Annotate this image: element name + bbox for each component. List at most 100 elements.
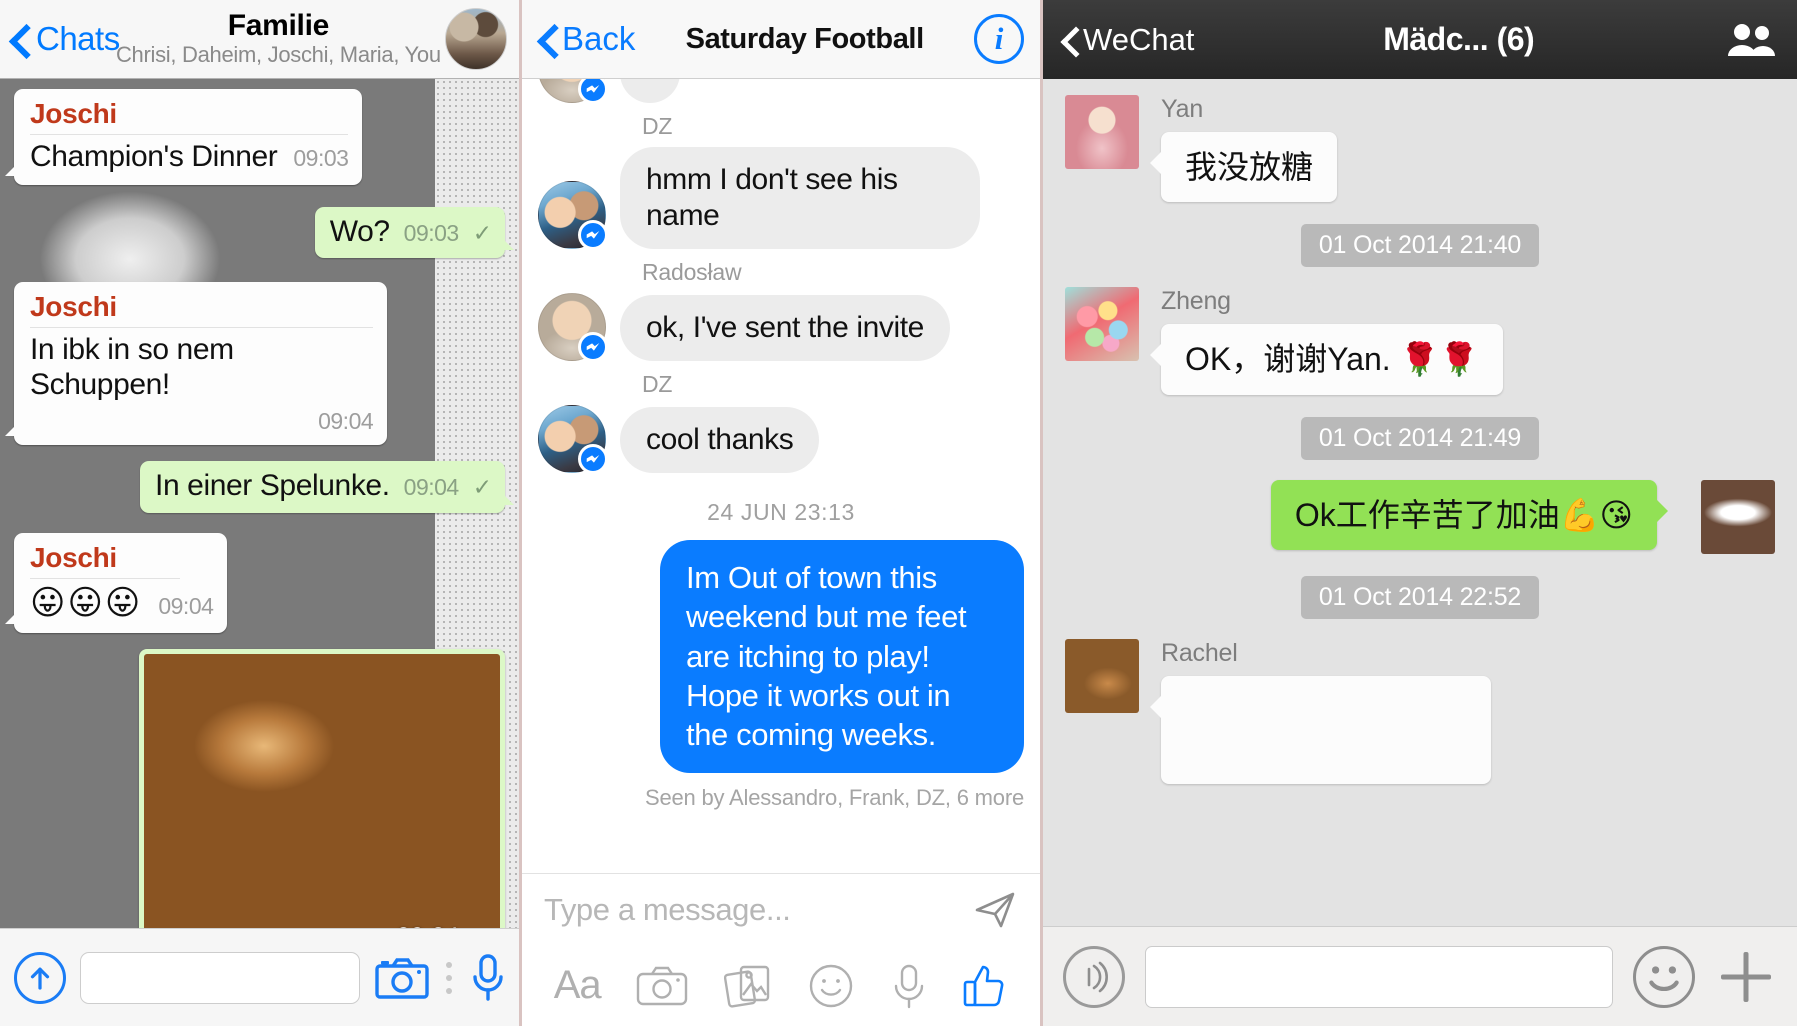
- timestamp-badge: 01 Oct 2014 22:52: [1300, 575, 1540, 619]
- text-format-icon[interactable]: Aa: [554, 963, 602, 1008]
- seen-by-status: Seen by Alessandro, Frank, DZ, 6 more: [645, 784, 1024, 810]
- incoming-bubble[interactable]: Joschi In ibk in so nem Schuppen! 09:04: [4, 282, 388, 445]
- message-text: In einer Spelunke.: [155, 469, 390, 502]
- whatsapp-message-list[interactable]: Joschi Champion's Dinner 09:03 Wo? 09:03…: [0, 79, 519, 928]
- avatar[interactable]: [538, 79, 608, 104]
- avatar[interactable]: [538, 405, 608, 474]
- photos-icon[interactable]: [723, 963, 772, 1009]
- camera-icon[interactable]: [636, 965, 688, 1007]
- message-row[interactable]: Joschi 😛😛😛 09:04: [0, 532, 519, 633]
- message-text: Champion's Dinner: [30, 140, 278, 173]
- incoming-bubble[interactable]: Joschi 😛😛😛 09:04: [4, 532, 228, 633]
- message-row[interactable]: Ok工作辛苦了加油💪😘: [1065, 479, 1775, 554]
- messenger-badge-icon: [578, 444, 608, 474]
- messenger-back-button[interactable]: Back: [538, 20, 635, 58]
- chevron-left-icon: [538, 24, 562, 54]
- message-text: Wo?: [329, 214, 390, 248]
- info-icon[interactable]: i: [974, 14, 1024, 64]
- message-line: 😛😛😛 09:04: [30, 584, 214, 623]
- delivery-check-icon: ✓: [472, 219, 492, 246]
- sticker-smiley-icon[interactable]: [807, 962, 855, 1010]
- message-row[interactable]: hmm I don't see his name: [538, 147, 1024, 250]
- whatsapp-back-button[interactable]: Chats: [8, 20, 120, 58]
- message-row[interactable]: In einer Spelunke. 09:04 ✓: [0, 461, 519, 513]
- timestamp-badge: 01 Oct 2014 21:49: [1300, 416, 1540, 460]
- message-time: 09:03: [403, 219, 460, 246]
- incoming-bubble[interactable]: hmm I don't see his name: [620, 147, 980, 249]
- message-row[interactable]: Joschi In ibk in so nem Schuppen! 09:04: [0, 282, 519, 445]
- incoming-bubble[interactable]: cool thanks: [620, 407, 820, 473]
- avatar[interactable]: [1065, 95, 1139, 169]
- whatsapp-header: Chats Familie Chrisi, Daheim, Joschi, Ma…: [0, 0, 519, 79]
- incoming-bubble[interactable]: 我没放糖: [1149, 132, 1338, 203]
- message-row-photo[interactable]: 09:04 ✓: [0, 648, 519, 928]
- avatar[interactable]: [538, 181, 608, 250]
- incoming-bubble[interactable]: OK，谢谢Yan. 🌹🌹: [1149, 324, 1504, 395]
- message-time: 09:04: [158, 592, 214, 619]
- sender-name: Yan: [1161, 95, 1204, 123]
- whatsapp-message-input[interactable]: [80, 951, 360, 1004]
- messenger-message-list[interactable]: DZ hmm I don't see his name Radosław ok,…: [522, 79, 1040, 873]
- voice-input-icon[interactable]: [1063, 945, 1125, 1008]
- wechat-message-input[interactable]: [1145, 945, 1613, 1008]
- whatsapp-chat-title: Familie: [227, 8, 330, 42]
- plus-more-icon[interactable]: [1715, 946, 1777, 1008]
- messenger-tool-bar: Aa: [522, 945, 1040, 1026]
- thumbs-up-icon[interactable]: [962, 962, 1008, 1010]
- wechat-message-list[interactable]: Yan 我没放糖 01 Oct 2014 21:40 Zheng OK，谢谢Ya…: [1043, 79, 1797, 926]
- camera-icon[interactable]: [374, 956, 430, 1000]
- photo-attachment-bubble[interactable]: 09:04 ✓: [139, 648, 505, 928]
- more-options-icon[interactable]: [444, 961, 454, 994]
- contacts-group-icon[interactable]: [1723, 20, 1779, 60]
- whatsapp-back-label: Chats: [36, 20, 120, 57]
- wechat-input-bar: [1043, 926, 1797, 1026]
- message-line: In ibk in so nem Schuppen! 09:04: [30, 333, 374, 435]
- message-line: Champion's Dinner 09:03: [30, 140, 349, 175]
- photo-thumbnail: [144, 653, 500, 928]
- avatar[interactable]: [1701, 479, 1775, 554]
- avatar[interactable]: [1065, 287, 1139, 362]
- message-row[interactable]: Wo? 09:03 ✓: [0, 206, 519, 258]
- whatsapp-input-bar: [0, 928, 519, 1026]
- whatsapp-title-block: Familie Chrisi, Daheim, Joschi, Maria, Y…: [112, 8, 445, 69]
- outgoing-bubble[interactable]: In einer Spelunke. 09:04 ✓: [140, 461, 514, 513]
- message-row[interactable]: cool thanks: [538, 405, 1024, 474]
- sender-name: Joschi: [30, 542, 180, 579]
- timestamp-badge: 01 Oct 2014 21:40: [1300, 224, 1540, 268]
- messenger-badge-icon: [578, 332, 608, 362]
- message-time: 09:04: [403, 474, 460, 500]
- wechat-back-label: WeChat: [1083, 21, 1195, 57]
- chevron-left-icon: [1061, 26, 1083, 54]
- message-row[interactable]: ok, I've sent the invite: [538, 293, 1024, 362]
- sender-name: Zheng: [1161, 287, 1231, 316]
- whatsapp-group-avatar[interactable]: [445, 8, 507, 70]
- incoming-bubble[interactable]: Joschi Champion's Dinner 09:03: [4, 89, 363, 185]
- message-row[interactable]: Joschi Champion's Dinner 09:03: [0, 89, 519, 185]
- message-row[interactable]: Rachel: [1065, 638, 1775, 784]
- message-row-partial[interactable]: [538, 79, 1024, 104]
- outgoing-bubble[interactable]: Im Out of town this weekend but me feet …: [660, 540, 1024, 773]
- message-row[interactable]: Yan 我没放糖: [1065, 95, 1775, 203]
- sender-name: DZ: [642, 113, 673, 139]
- incoming-bubble[interactable]: [1150, 675, 1491, 784]
- outgoing-bubble[interactable]: Wo? 09:03 ✓: [314, 206, 515, 258]
- incoming-bubble[interactable]: ok, I've sent the invite: [620, 295, 950, 361]
- message-column: Rachel: [1150, 638, 1491, 784]
- sender-name: Rachel: [1161, 638, 1238, 667]
- avatar[interactable]: [1065, 638, 1139, 713]
- sender-name: Radosław: [642, 259, 742, 285]
- emoji-face-icon[interactable]: [1633, 945, 1695, 1008]
- messenger-message-input[interactable]: [544, 891, 972, 928]
- microphone-icon[interactable]: [891, 962, 927, 1010]
- wechat-back-button[interactable]: WeChat: [1061, 22, 1194, 58]
- messenger-chat-title: Saturday Football: [685, 22, 925, 55]
- message-text: In ibk in so nem Schuppen!: [30, 333, 234, 401]
- send-icon[interactable]: [972, 887, 1018, 933]
- upload-arrow-icon[interactable]: [14, 951, 66, 1004]
- outgoing-bubble[interactable]: Ok工作辛苦了加油💪😘: [1270, 479, 1669, 551]
- incoming-bubble[interactable]: [620, 79, 680, 103]
- avatar[interactable]: [538, 293, 608, 362]
- message-row[interactable]: Zheng OK，谢谢Yan. 🌹🌹: [1065, 287, 1775, 395]
- microphone-icon[interactable]: [468, 952, 508, 1004]
- messenger-badge-icon: [578, 220, 608, 250]
